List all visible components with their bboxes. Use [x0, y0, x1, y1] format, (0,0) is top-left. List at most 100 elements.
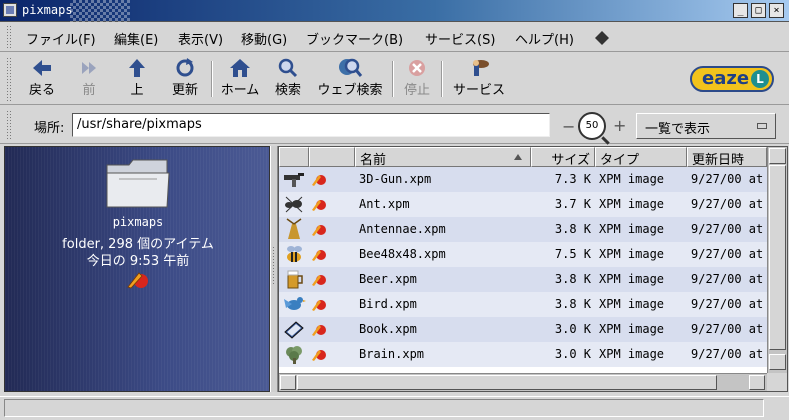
- dropdown-icon: [757, 123, 767, 129]
- web-search-label: ウェブ検索: [317, 83, 383, 98]
- status-text-area: [4, 399, 764, 417]
- file-name: Bird.xpm: [359, 297, 417, 311]
- forward-button[interactable]: 前: [74, 57, 104, 98]
- pen-emblem-icon: [312, 175, 326, 186]
- pen-emblem-icon: [312, 275, 326, 286]
- pane-splitter[interactable]: [270, 146, 278, 392]
- file-name: Beer.xpm: [359, 272, 417, 286]
- view-as-value: 一覧で表示: [645, 122, 711, 137]
- column-header-type[interactable]: タイプ: [595, 147, 687, 167]
- file-size: 3.8 K: [554, 222, 591, 236]
- pen-emblem-icon: [312, 300, 326, 311]
- list-rows: 3D-Gun.xpm 7.3 K XPM image 9/27/00 at An…: [279, 167, 767, 372]
- scroll-left-button[interactable]: [280, 375, 296, 390]
- menu-edit[interactable]: 編集(E): [114, 29, 158, 48]
- table-row[interactable]: Bee48x48.xpm 7.5 K XPM image 9/27/00 at: [279, 242, 767, 267]
- column-header-size[interactable]: サイズ: [531, 147, 595, 167]
- file-type: XPM image: [599, 247, 665, 261]
- file-date: 9/27/00 at: [691, 247, 764, 261]
- scroll-down-button[interactable]: [769, 354, 786, 370]
- menu-help[interactable]: ヘルプ(H): [515, 29, 574, 48]
- toolbar-grip[interactable]: [6, 57, 12, 101]
- list-header: 名前 サイズ タイプ 更新日時: [279, 147, 767, 167]
- beer-file-icon: [287, 270, 303, 289]
- pen-emblem-icon: [312, 200, 326, 211]
- column-header-name-label: 名前: [360, 153, 387, 167]
- location-input[interactable]: /usr/share/pixmaps: [72, 113, 550, 137]
- scroll-up-button[interactable]: [769, 148, 786, 164]
- status-bar: [0, 396, 789, 420]
- sidebar: pixmaps folder, 298 個のアイテム 今日の 9:53 午前: [4, 146, 270, 392]
- stop-button[interactable]: 停止: [400, 57, 434, 98]
- locationbar-grip[interactable]: [6, 110, 12, 140]
- menu-services[interactable]: サービス(S): [425, 29, 495, 48]
- eazel-logo-chip: L: [751, 70, 769, 88]
- toolbar-separator: [392, 61, 394, 97]
- minimize-button[interactable]: _: [733, 3, 748, 18]
- menu-file[interactable]: ファイル(F): [26, 29, 96, 48]
- zoom-in-button[interactable]: +: [613, 116, 626, 135]
- column-header-emblem[interactable]: [309, 147, 355, 167]
- menubar-grip[interactable]: [6, 25, 12, 49]
- column-header-name[interactable]: 名前: [355, 147, 531, 167]
- eazel-logo[interactable]: eaze L: [690, 66, 774, 92]
- stop-label: 停止: [403, 83, 430, 98]
- file-type: XPM image: [599, 222, 665, 236]
- diamond-icon[interactable]: [595, 31, 609, 45]
- pen-emblem-icon: [312, 325, 326, 336]
- scroll-right-button[interactable]: [749, 375, 765, 390]
- menu-view[interactable]: 表示(V): [178, 29, 223, 48]
- web-search-button[interactable]: ウェブ検索: [314, 57, 386, 98]
- menu-bookmarks[interactable]: ブックマーク(B): [306, 29, 403, 48]
- eazel-logo-text: eaze: [702, 68, 750, 89]
- file-date: 9/27/00 at: [691, 272, 764, 286]
- table-row[interactable]: Antennae.xpm 3.8 K XPM image 9/27/00 at: [279, 217, 767, 242]
- table-row[interactable]: Book.xpm 3.0 K XPM image 9/27/00 at: [279, 317, 767, 342]
- zoom-level-value: 50: [585, 120, 599, 131]
- services-label: サービス: [452, 83, 505, 98]
- file-name: Antennae.xpm: [359, 222, 446, 236]
- table-row[interactable]: Brain.xpm 3.0 K XPM image 9/27/00 at: [279, 342, 767, 367]
- up-button[interactable]: 上: [124, 57, 150, 98]
- column-header-icon[interactable]: [279, 147, 309, 167]
- table-row[interactable]: Beer.xpm 3.8 K XPM image 9/27/00 at: [279, 267, 767, 292]
- file-size: 3.0 K: [554, 347, 591, 361]
- file-name: Ant.xpm: [359, 197, 410, 211]
- table-row[interactable]: Bird.xpm 3.8 K XPM image 9/27/00 at: [279, 292, 767, 317]
- view-as-select[interactable]: 一覧で表示: [636, 113, 776, 139]
- file-name: 3D-Gun.xpm: [359, 172, 432, 186]
- file-size: 7.3 K: [554, 172, 591, 186]
- zoom-level[interactable]: 50: [578, 112, 606, 140]
- horizontal-scrollbar[interactable]: [279, 373, 767, 391]
- file-name: Book.xpm: [359, 322, 417, 336]
- vertical-scrollbar[interactable]: [767, 147, 787, 373]
- forward-arrow-icon: [82, 62, 96, 74]
- web-search-icon: [339, 58, 363, 77]
- table-row[interactable]: Ant.xpm 3.7 K XPM image 9/27/00 at: [279, 192, 767, 217]
- horizontal-scroll-thumb[interactable]: [297, 375, 717, 390]
- search-button[interactable]: 検索: [273, 57, 303, 98]
- sidebar-folder-name: pixmaps: [112, 215, 164, 229]
- reload-button[interactable]: 更新: [168, 57, 202, 98]
- toolbar: 戻る 前 上 更新 ホーム 検索 ウェブ検索 停止 サービス eaze L: [0, 53, 789, 105]
- book-file-icon: [284, 321, 304, 339]
- menu-bar: ファイル(F) 編集(E) 表示(V) 移動(G) ブックマーク(B) サービス…: [0, 22, 789, 52]
- gun-file-icon: [284, 173, 304, 187]
- file-size: 3.7 K: [554, 197, 591, 211]
- toolbar-separator: [211, 61, 213, 97]
- back-button[interactable]: 戻る: [24, 57, 60, 98]
- table-row[interactable]: 3D-Gun.xpm 7.3 K XPM image 9/27/00 at: [279, 167, 767, 192]
- home-button[interactable]: ホーム: [218, 57, 262, 98]
- home-label: ホーム: [220, 83, 260, 98]
- file-size: 3.0 K: [554, 322, 591, 336]
- file-date: 9/27/00 at: [691, 172, 764, 186]
- menu-go[interactable]: 移動(G): [241, 29, 287, 48]
- file-date: 9/27/00 at: [691, 322, 764, 336]
- close-button[interactable]: ×: [769, 3, 784, 18]
- maximize-button[interactable]: □: [751, 3, 766, 18]
- services-button[interactable]: サービス: [450, 57, 508, 98]
- zoom-out-button[interactable]: −: [562, 117, 575, 136]
- window-menu-icon[interactable]: [3, 3, 17, 17]
- column-header-date[interactable]: 更新日時: [687, 147, 767, 167]
- vertical-scroll-thumb[interactable]: [769, 165, 786, 350]
